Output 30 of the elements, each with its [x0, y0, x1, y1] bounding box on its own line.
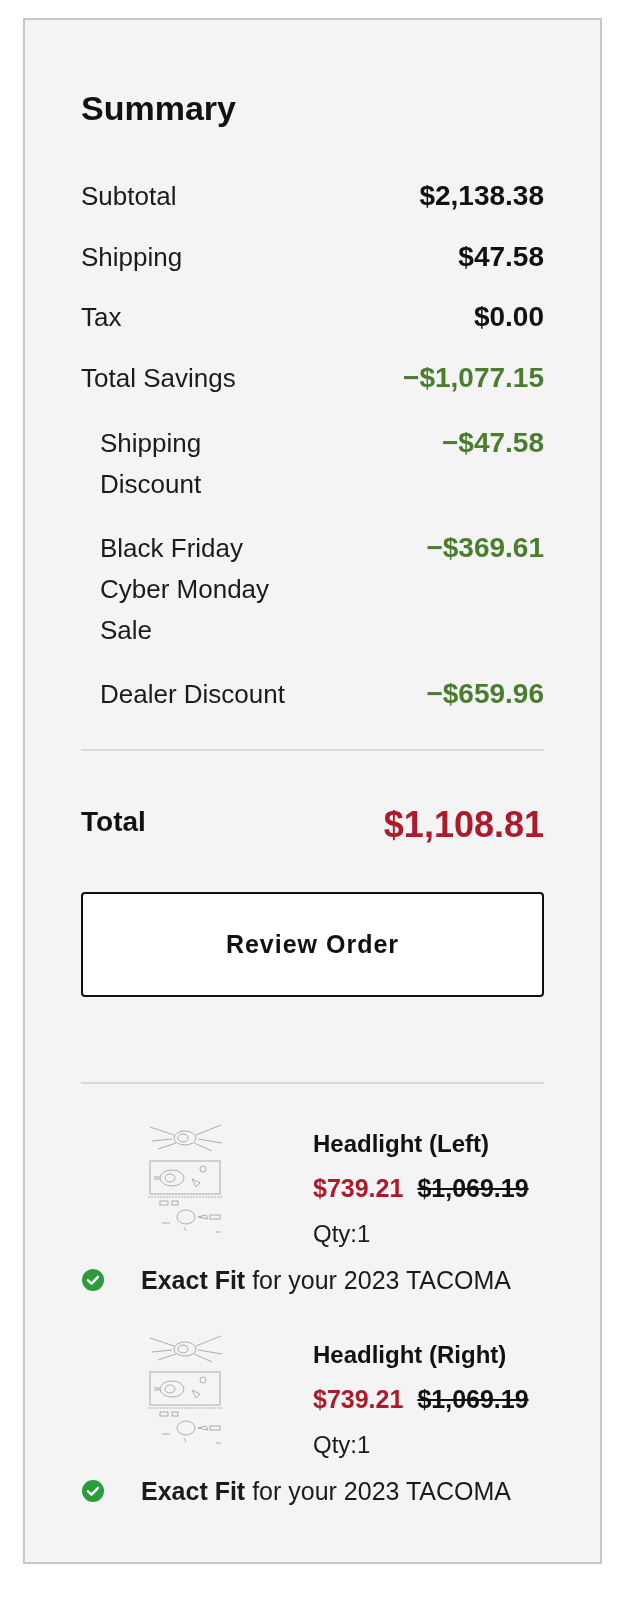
discount-amount: −$47.58 — [442, 425, 544, 460]
product-name: Headlight (Left) — [313, 1128, 489, 1159]
quantity-text: Qty:1 — [313, 1429, 371, 1460]
discount-label: Shipping Discount — [100, 426, 203, 501]
summary-label: Total Savings — [81, 361, 236, 395]
summary-amount: $2,138.38 — [419, 179, 544, 213]
check-icon — [82, 1479, 104, 1502]
summary-label: Shipping — [81, 240, 183, 274]
summary-label: Subtotal — [81, 180, 177, 213]
discount-label: Black Friday Cyber Monday Sale — [100, 531, 271, 647]
summary-title: Summary — [81, 88, 237, 128]
summary-amount: $0.00 — [473, 300, 544, 334]
quantity-text: Qty:1 — [313, 1218, 371, 1249]
fitment-note: Exact Fit for your 2023 TACOMA — [141, 1264, 512, 1296]
sale-price: $739.21 — [313, 1172, 404, 1204]
total-amount: $1,108.81 — [383, 804, 544, 845]
discount-label: Dealer Discount — [100, 677, 286, 711]
fitment-note: Exact Fit for your 2023 TACOMA — [141, 1475, 512, 1507]
summary-amount: −$1,077.15 — [403, 360, 544, 395]
total-label: Total — [81, 804, 146, 839]
discount-amount: −$659.96 — [426, 676, 544, 711]
check-icon — [82, 1268, 104, 1291]
original-price: $1,069.19 — [417, 1383, 529, 1415]
review-order-button[interactable]: Review Order — [81, 891, 544, 997]
sale-price: $739.21 — [313, 1383, 404, 1415]
summary-label: Tax — [81, 301, 122, 334]
original-price: $1,069.19 — [417, 1172, 529, 1204]
summary-amount: $47.58 — [458, 239, 544, 274]
discount-amount: −$369.61 — [426, 530, 544, 565]
product-name: Headlight (Right) — [313, 1339, 507, 1370]
